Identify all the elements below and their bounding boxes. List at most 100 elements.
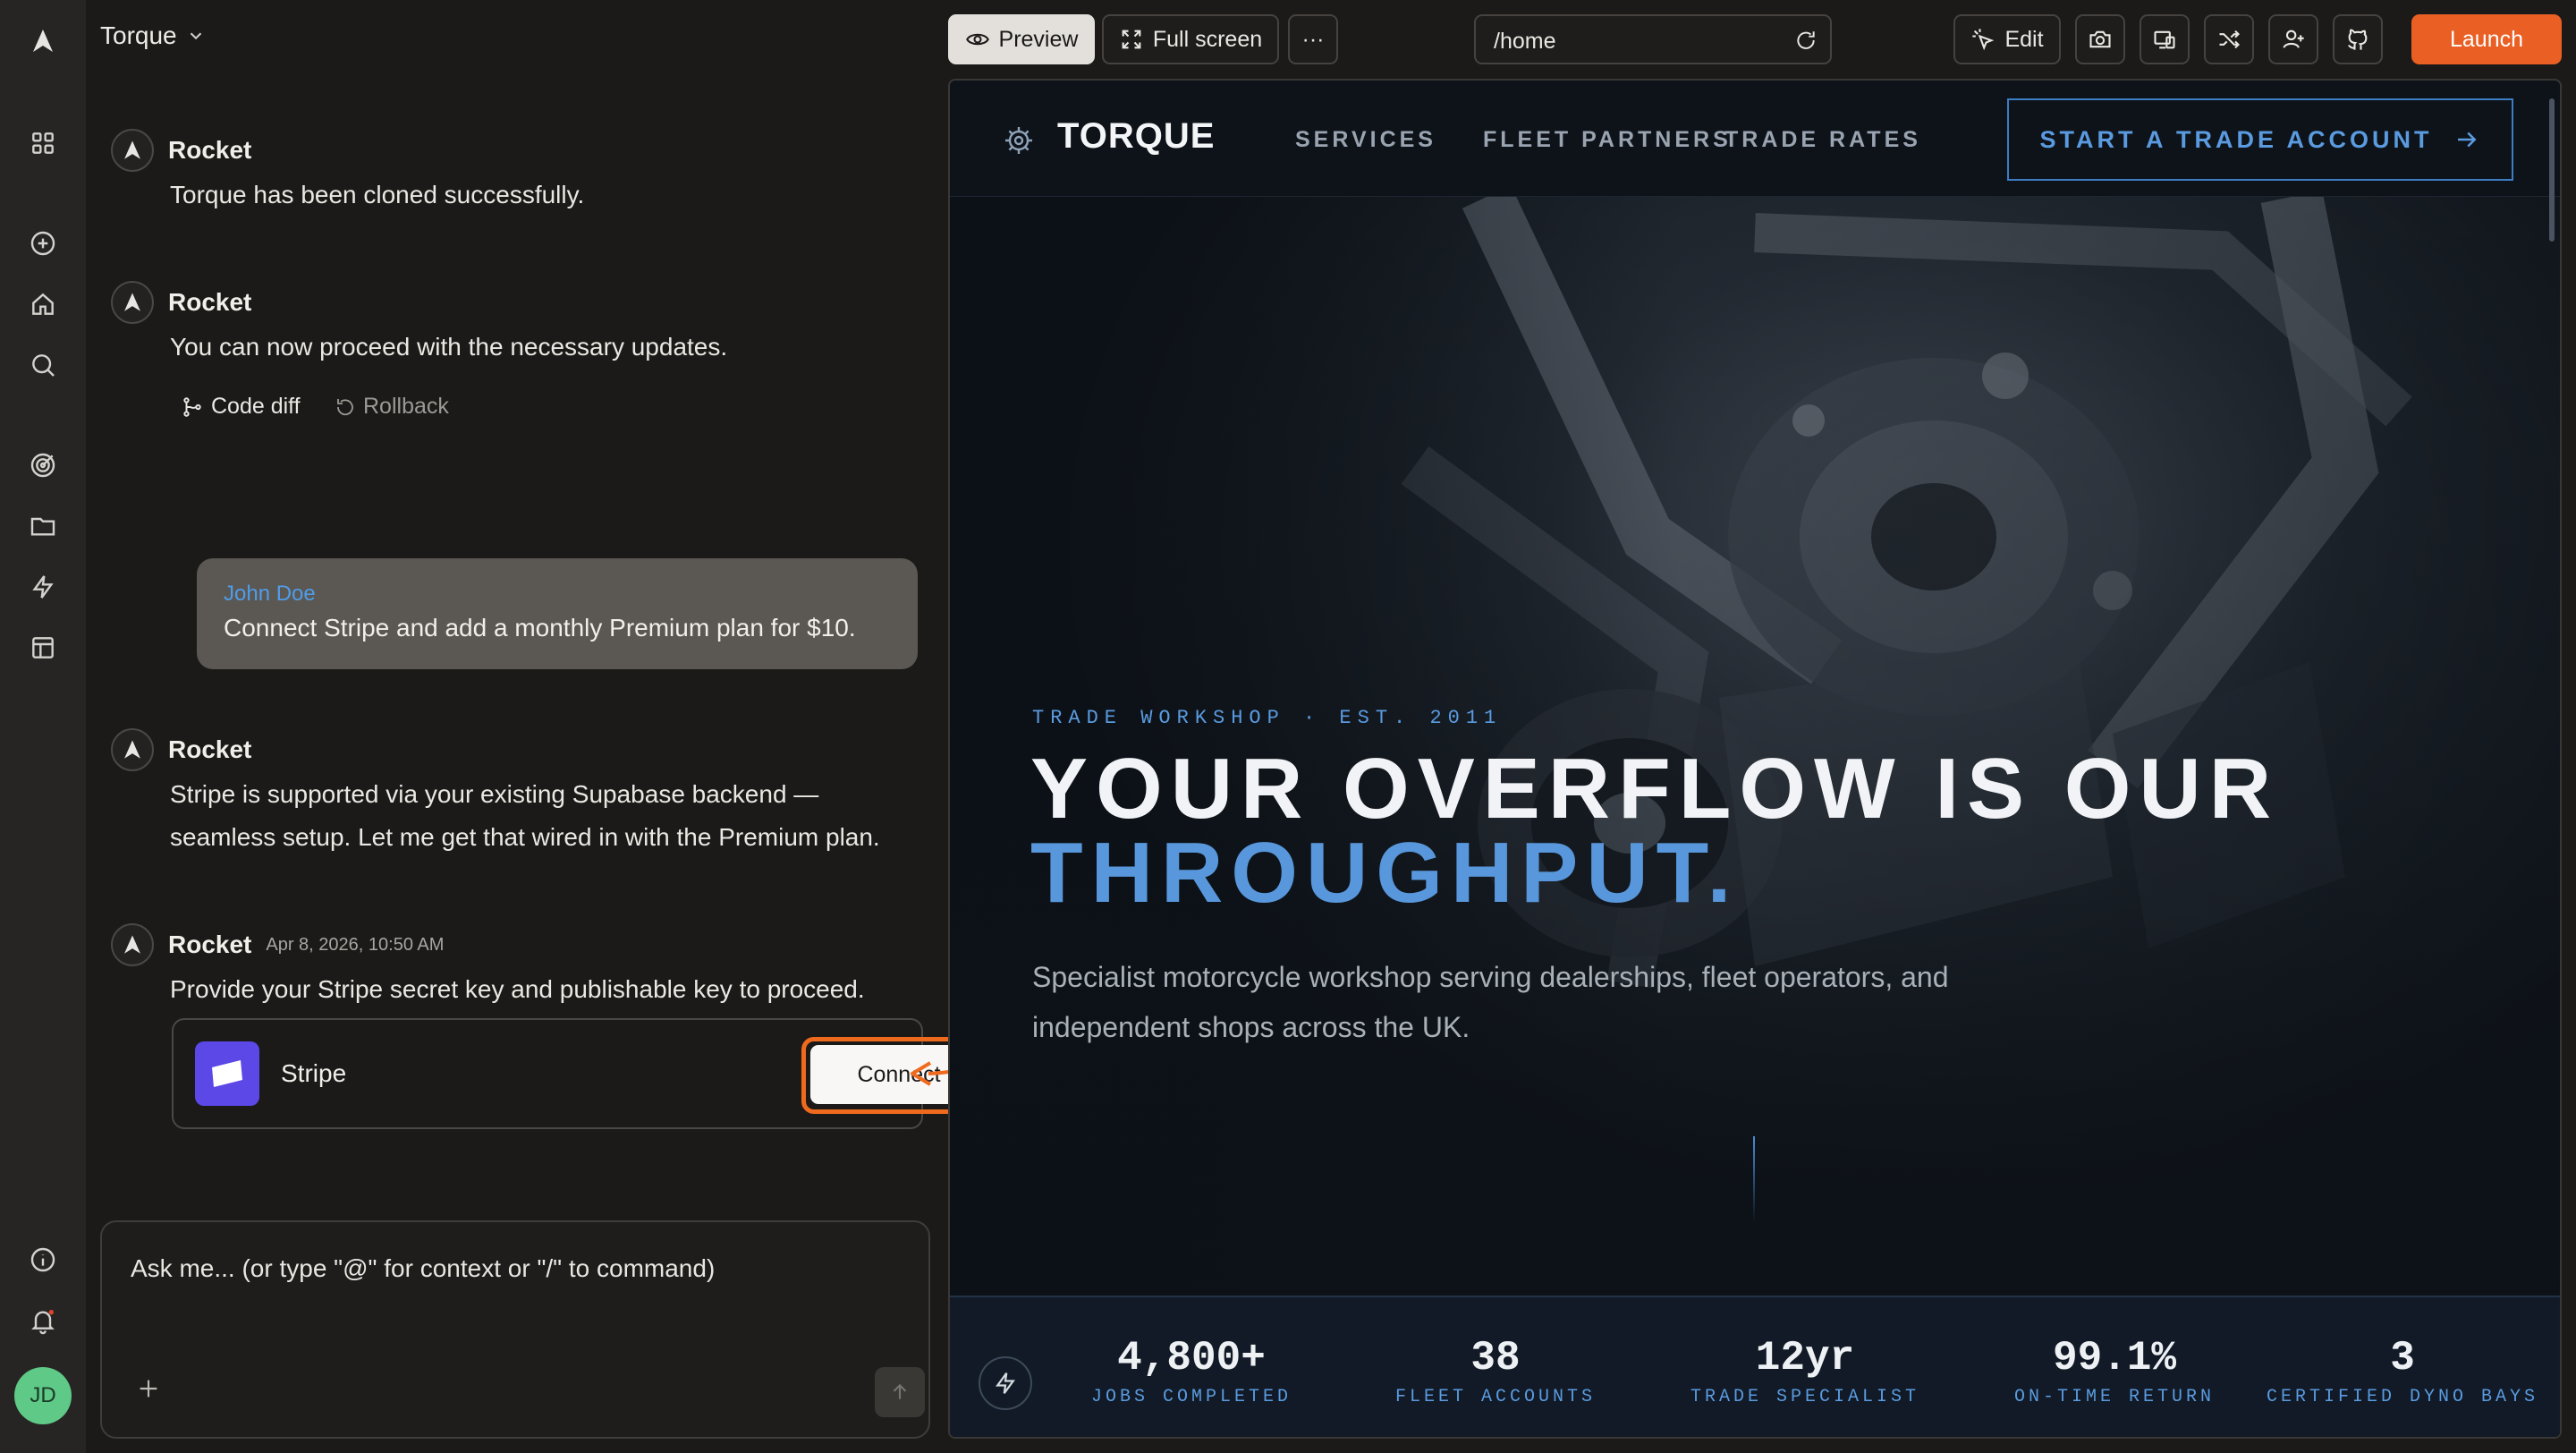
bolt-icon[interactable] — [25, 569, 61, 605]
fullscreen-button[interactable]: Full screen — [1102, 14, 1279, 64]
reload-icon[interactable] — [1794, 29, 1818, 52]
nav-link-fleet-partners[interactable]: FLEET PARTNERS — [1483, 127, 1732, 153]
stat-item: 4,800+ JOBS COMPLETED — [1057, 1335, 1326, 1407]
cursor-click-icon — [1972, 29, 1995, 51]
message-header: Rocket — [111, 129, 251, 172]
github-button[interactable] — [2333, 14, 2383, 64]
stripe-integration-card: Stripe Connect — [172, 1018, 998, 1129]
url-text: /home — [1494, 29, 1556, 54]
more-icon: ··· — [1301, 26, 1325, 52]
stat-item: 99.1% ON-TIME RETURN — [1980, 1335, 2249, 1407]
invite-user-button[interactable] — [2268, 14, 2318, 64]
launch-button[interactable]: Launch — [2411, 14, 2562, 64]
fullscreen-label: Full screen — [1152, 26, 1263, 52]
edit-button[interactable]: Edit — [1953, 14, 2061, 64]
chat-input[interactable] — [131, 1254, 900, 1283]
nav-link-trade-rates[interactable]: TRADE RATES — [1724, 127, 1921, 153]
stat-value: 38 — [1470, 1335, 1521, 1381]
rollback-label: Rollback — [363, 394, 449, 419]
stat-label: TRADE SPECIALIST — [1690, 1387, 1920, 1407]
hero-subheading-line: independent shops across the UK. — [1032, 1011, 1470, 1043]
sender-name: Rocket — [168, 136, 252, 164]
screenshot-button[interactable] — [2075, 14, 2125, 64]
plus-circle-icon[interactable] — [25, 225, 61, 261]
stat-label: CERTIFIED DYNO BAYS — [2266, 1387, 2539, 1407]
user-name: John Doe — [224, 582, 316, 606]
message-timestamp: Apr 8, 2026, 10:50 AM — [266, 934, 445, 955]
preview-button[interactable]: Preview — [948, 14, 1095, 64]
rocket-avatar-icon — [111, 281, 154, 324]
project-switcher[interactable]: Torque — [100, 21, 206, 50]
hero-subheading-line: Specialist motorcycle workshop serving d… — [1032, 961, 1949, 993]
rocket-avatar-icon — [111, 129, 154, 172]
eye-icon — [965, 33, 989, 46]
github-icon — [2348, 29, 2368, 50]
code-diff-label: Code diff — [211, 394, 301, 419]
send-button[interactable] — [875, 1367, 925, 1417]
code-diff-button[interactable]: Code diff — [181, 394, 301, 420]
preview-label: Preview — [998, 26, 1079, 52]
devices-icon — [2154, 30, 2175, 49]
stat-value: 4,800+ — [1117, 1335, 1266, 1381]
layout-icon[interactable] — [25, 630, 61, 666]
site-navbar: TORQUE SERVICES FLEET PARTNERS TRADE RAT… — [950, 81, 2560, 197]
avatar[interactable]: JD — [14, 1367, 72, 1424]
bolt-icon — [979, 1356, 1032, 1410]
message-header: Rocket — [111, 728, 251, 771]
rocket-logo-icon[interactable] — [25, 23, 61, 59]
chat-panel: Torque Rocket Torque has been cloned suc… — [86, 0, 998, 1453]
rollback-button[interactable]: Rollback — [335, 394, 449, 420]
hero-subheading: Specialist motorcycle workshop serving d… — [1032, 952, 2034, 1052]
git-branch-icon — [183, 396, 201, 417]
site-brand[interactable]: TORQUE — [1057, 116, 1215, 157]
message-text: You can now proceed with the necessary u… — [170, 333, 728, 361]
arrow-up-icon — [893, 1383, 907, 1399]
device-toggle-button[interactable] — [2140, 14, 2190, 64]
message-header: Rocket Apr 8, 2026, 10:50 AM — [111, 923, 444, 966]
message-text: Torque has been cloned successfully. — [170, 181, 585, 208]
stat-label: ON-TIME RETURN — [2013, 1387, 2216, 1407]
hero-headline: YOUR OVERFLOW IS OUR — [1030, 741, 2280, 837]
shuffle-button[interactable] — [2204, 14, 2254, 64]
site-preview: TORQUE SERVICES FLEET PARTNERS TRADE RAT… — [948, 79, 2562, 1439]
nav-link-services[interactable]: SERVICES — [1295, 127, 1436, 153]
info-icon[interactable] — [25, 1242, 61, 1278]
message-text: seamless setup. Let me get that wired in… — [170, 823, 880, 851]
rocket-avatar-icon — [111, 728, 154, 771]
sender-name: Rocket — [168, 930, 252, 958]
bell-icon[interactable] — [25, 1303, 61, 1338]
hero-eyebrow: TRADE WORKSHOP · EST. 2011 — [1032, 707, 1503, 729]
preview-scrollbar[interactable] — [2549, 98, 2555, 242]
more-button[interactable]: ··· — [1288, 14, 1338, 64]
stripe-logo-icon — [195, 1041, 259, 1106]
message-header: Rocket — [111, 281, 251, 324]
stripe-label: Stripe — [281, 1059, 347, 1087]
user-message: John Doe Connect Stripe and add a monthl… — [197, 558, 918, 669]
message-text: Stripe is supported via your existing Su… — [170, 780, 819, 808]
stat-item: 12yr TRADE SPECIALIST — [1671, 1335, 1939, 1407]
grid-icon[interactable] — [25, 125, 61, 161]
cta-label: START A TRADE ACCOUNT — [2039, 125, 2433, 153]
search-icon[interactable] — [25, 347, 61, 383]
folder-icon[interactable] — [25, 508, 61, 544]
stat-value: 12yr — [1755, 1335, 1855, 1381]
home-icon[interactable] — [25, 286, 61, 322]
rocket-avatar-icon — [111, 923, 154, 966]
start-trade-account-button[interactable]: START A TRADE ACCOUNT — [2007, 98, 2513, 181]
shuffle-icon — [2219, 30, 2240, 49]
stat-value: 99.1% — [2052, 1335, 2177, 1381]
stat-label: FLEET ACCOUNTS — [1394, 1387, 1597, 1407]
scroll-indicator — [1753, 1136, 1755, 1222]
add-attachment-button[interactable] — [134, 1374, 166, 1406]
composer — [100, 1220, 930, 1439]
stat-value: 3 — [2390, 1335, 2415, 1381]
message-text: Provide your Stripe secret key and publi… — [170, 975, 865, 1003]
stat-item: 38 FLEET ACCOUNTS — [1361, 1335, 1630, 1407]
hero-headline-accent: THROUGHPUT. — [1030, 825, 1740, 921]
expand-icon — [1122, 30, 1141, 49]
user-message-text: Connect Stripe and add a monthly Premium… — [224, 614, 856, 642]
target-icon[interactable] — [25, 447, 61, 483]
chevron-down-icon — [190, 32, 201, 40]
url-bar[interactable]: /home — [1474, 14, 1832, 64]
gear-logo-icon[interactable] — [1004, 125, 1034, 156]
